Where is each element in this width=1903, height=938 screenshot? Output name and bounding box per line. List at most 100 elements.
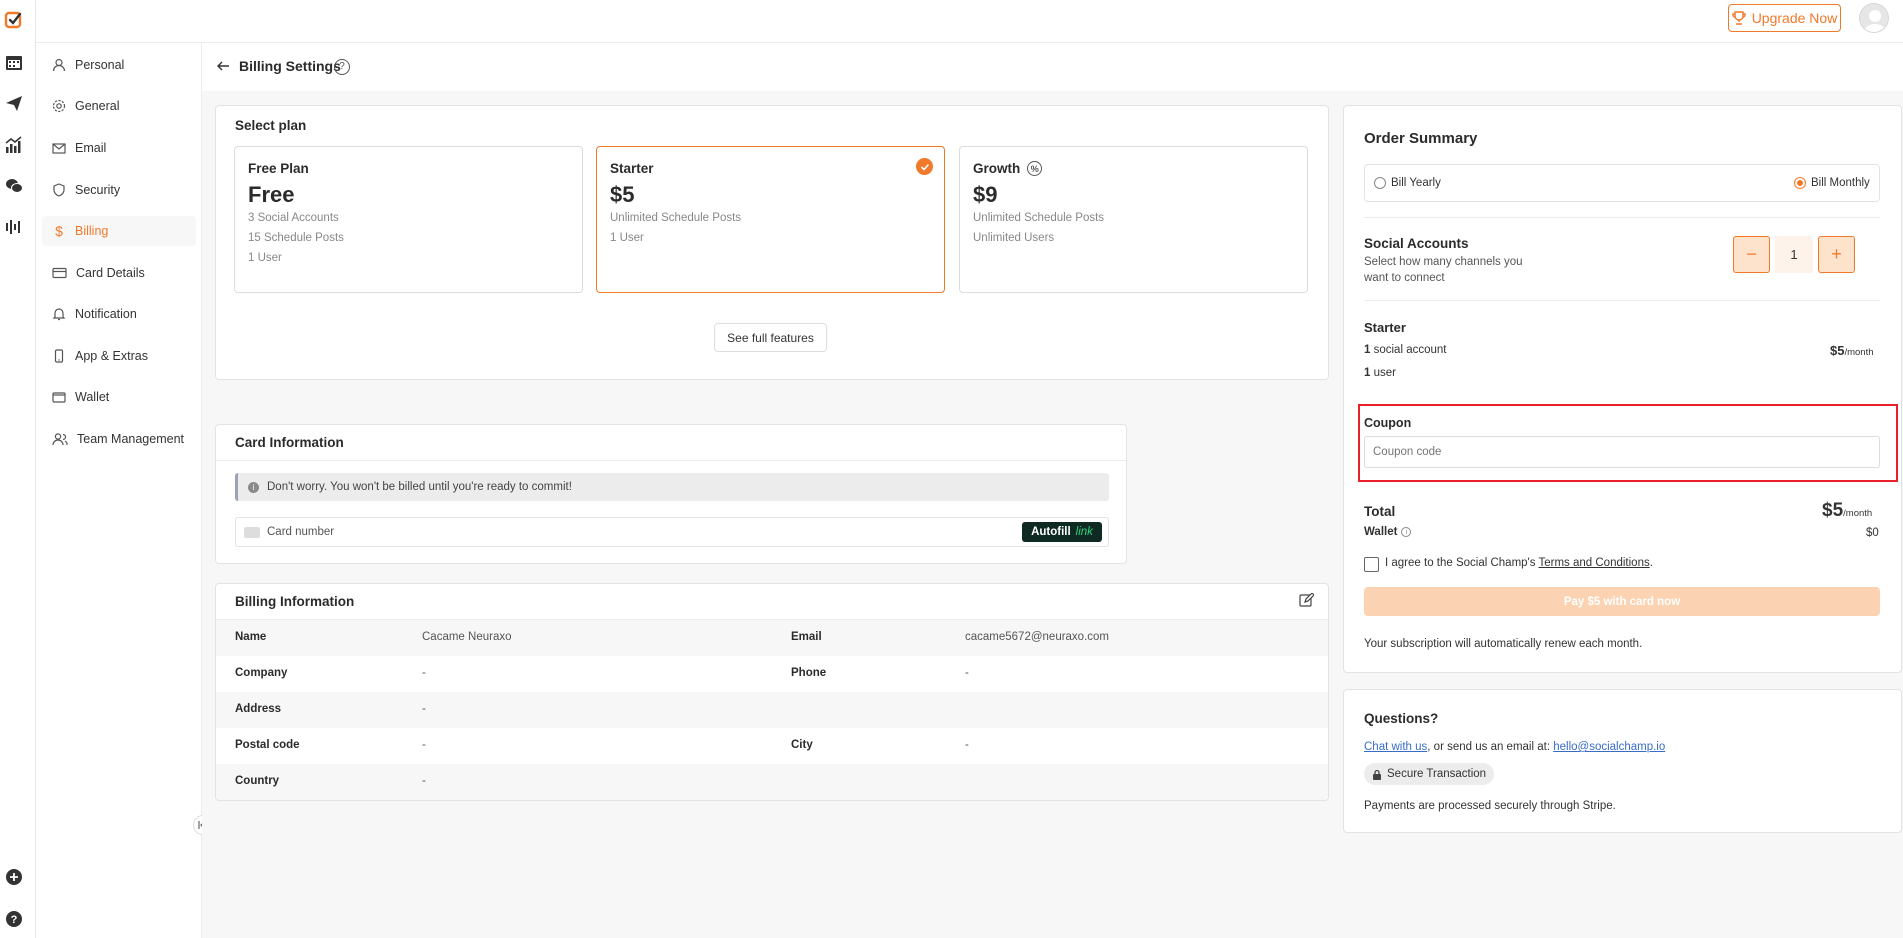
plan-summary-title: Starter <box>1364 320 1406 335</box>
help-circle-icon[interactable]: ? <box>334 59 350 75</box>
see-full-features-button[interactable]: See full features <box>714 323 827 352</box>
bill-monthly-label: Bill Monthly <box>1811 177 1870 189</box>
terms-checkbox[interactable] <box>1364 557 1379 572</box>
sidebar-item-personal[interactable]: Personal <box>42 50 196 80</box>
back-arrow-icon[interactable] <box>216 59 232 75</box>
sidebar-item-general[interactable]: General <box>42 91 196 121</box>
summary-line-accounts: 1 social account <box>1364 344 1446 356</box>
avatar[interactable] <box>1859 3 1889 33</box>
pay-button[interactable]: Pay $5 with card now <box>1364 587 1880 616</box>
card-number-field[interactable]: Card number Autofill link <box>235 517 1109 547</box>
row-label: Country <box>235 775 280 787</box>
social-accounts-desc: Select how many channels you <box>1364 256 1523 268</box>
row-label: Phone <box>791 667 827 679</box>
gear-icon <box>52 99 66 113</box>
row-value: - <box>965 667 969 679</box>
select-plan-title: Select plan <box>235 118 307 133</box>
sidebar-item-label: Security <box>75 183 121 197</box>
edit-icon[interactable] <box>1299 592 1315 609</box>
table-row: Country - <box>216 764 1328 800</box>
row-value: Cacame Neuraxo <box>422 631 512 643</box>
discount-icon: % <box>1027 161 1043 176</box>
quantity-value[interactable]: 1 <box>1775 236 1813 273</box>
card-icon <box>52 267 67 279</box>
decrement-button[interactable]: − <box>1733 236 1770 273</box>
plan-card-growth[interactable]: Growth % $9 Unlimited Schedule Posts Unl… <box>959 146 1308 293</box>
add-icon[interactable] <box>3 866 25 888</box>
help-icon[interactable]: ? <box>3 908 25 930</box>
info-icon[interactable]: i <box>1401 527 1412 537</box>
order-summary-title: Order Summary <box>1364 130 1478 147</box>
upgrade-button[interactable]: Upgrade Now <box>1728 4 1841 32</box>
send-icon[interactable] <box>3 92 25 114</box>
secure-label: Secure Transaction <box>1387 768 1487 780</box>
line-price-unit: /month <box>1844 347 1874 358</box>
email-link[interactable]: hello@socialchamp.io <box>1553 741 1665 753</box>
stripe-text: Payments are processed securely through … <box>1364 800 1616 812</box>
sidebar-item-email[interactable]: Email <box>42 133 196 163</box>
terms-suffix: . <box>1649 557 1653 569</box>
table-row: Company - Phone - <box>216 656 1328 692</box>
autofill-link-button[interactable]: Autofill link <box>1022 522 1102 542</box>
sidebar-item-billing[interactable]: $ Billing <box>42 216 196 246</box>
row-value: cacame5672@neuraxo.com <box>965 631 1110 643</box>
total-label: Total <box>1364 504 1396 519</box>
user-icon <box>52 58 66 72</box>
order-summary-card: Order Summary Bill Yearly Bill Monthly S… <box>1343 105 1902 673</box>
plan-name: Growth <box>973 161 1021 176</box>
sidebar-item-card-details[interactable]: Card Details <box>42 258 196 288</box>
sidebar-item-notification[interactable]: Notification <box>42 299 196 329</box>
trophy-icon <box>1731 11 1746 25</box>
plan-card-free[interactable]: Free Plan Free 3 Social Accounts 15 Sche… <box>234 146 583 293</box>
terms-prefix: I agree to the Social Champ's <box>1385 557 1539 569</box>
sidebar-item-app-extras[interactable]: App & Extras <box>42 341 196 371</box>
top-bar: Upgrade Now <box>36 0 1903 43</box>
users-count: 1 <box>1364 367 1371 379</box>
row-value: - <box>422 775 426 787</box>
page-title: Billing Settings <box>239 58 341 74</box>
secure-transaction-badge: Secure Transaction <box>1364 763 1495 785</box>
logo-icon[interactable] <box>3 9 25 31</box>
increment-button[interactable]: + <box>1818 236 1855 273</box>
row-label: Company <box>235 667 288 679</box>
audio-icon[interactable] <box>3 216 25 238</box>
notice-text: Don't worry. You won't be billed until y… <box>267 481 572 493</box>
autofill-label: Autofill <box>1031 526 1071 538</box>
sidebar-item-team-management[interactable]: Team Management <box>42 424 196 454</box>
selected-check-icon <box>916 158 933 175</box>
table-row: Name Cacame Neuraxo Email cacame5672@neu… <box>216 620 1328 656</box>
chat-link[interactable]: Chat with us <box>1364 741 1427 753</box>
table-row: Address - <box>216 692 1328 728</box>
line-price: $5/month <box>1830 343 1874 358</box>
sidebar-item-label: Wallet <box>75 390 110 404</box>
chat-icon[interactable] <box>3 175 25 197</box>
mail-icon <box>52 143 66 154</box>
questions-title: Questions? <box>1364 711 1439 726</box>
svg-text:$: $ <box>55 224 63 238</box>
row-label: Name <box>235 631 267 643</box>
sidebar-item-wallet[interactable]: Wallet <box>42 382 196 412</box>
info-icon: i <box>248 481 259 493</box>
row-value: - <box>422 667 426 679</box>
coupon-input[interactable] <box>1364 436 1880 468</box>
team-icon <box>52 433 68 446</box>
terms-link[interactable]: Terms and Conditions <box>1539 557 1650 569</box>
wallet-icon <box>52 392 66 403</box>
link-label: link <box>1075 526 1093 538</box>
bill-yearly-radio[interactable]: Bill Yearly <box>1374 177 1441 189</box>
bill-monthly-radio[interactable]: Bill Monthly <box>1794 177 1870 189</box>
contact-middle-text: , or send us an email at: <box>1427 741 1554 753</box>
plan-card-starter[interactable]: Starter $5 Unlimited Schedule Posts 1 Us… <box>596 146 945 293</box>
analytics-icon[interactable] <box>3 134 25 156</box>
bell-icon <box>52 308 66 321</box>
calendar-icon[interactable] <box>3 51 25 73</box>
radio-selected-icon <box>1794 177 1806 189</box>
social-accounts-title: Social Accounts <box>1364 236 1469 251</box>
sidebar-item-security[interactable]: Security <box>42 175 196 205</box>
contact-line: Chat with us, or send us an email at: he… <box>1364 741 1665 753</box>
plan-feature: Unlimited Schedule Posts <box>973 212 1105 224</box>
lock-icon <box>1373 769 1381 780</box>
row-value: - <box>422 703 426 715</box>
main-content: Billing Settings ? Select plan Free Plan… <box>202 43 1903 938</box>
settings-sidebar: Personal General Email Security $ Billin… <box>36 43 213 938</box>
